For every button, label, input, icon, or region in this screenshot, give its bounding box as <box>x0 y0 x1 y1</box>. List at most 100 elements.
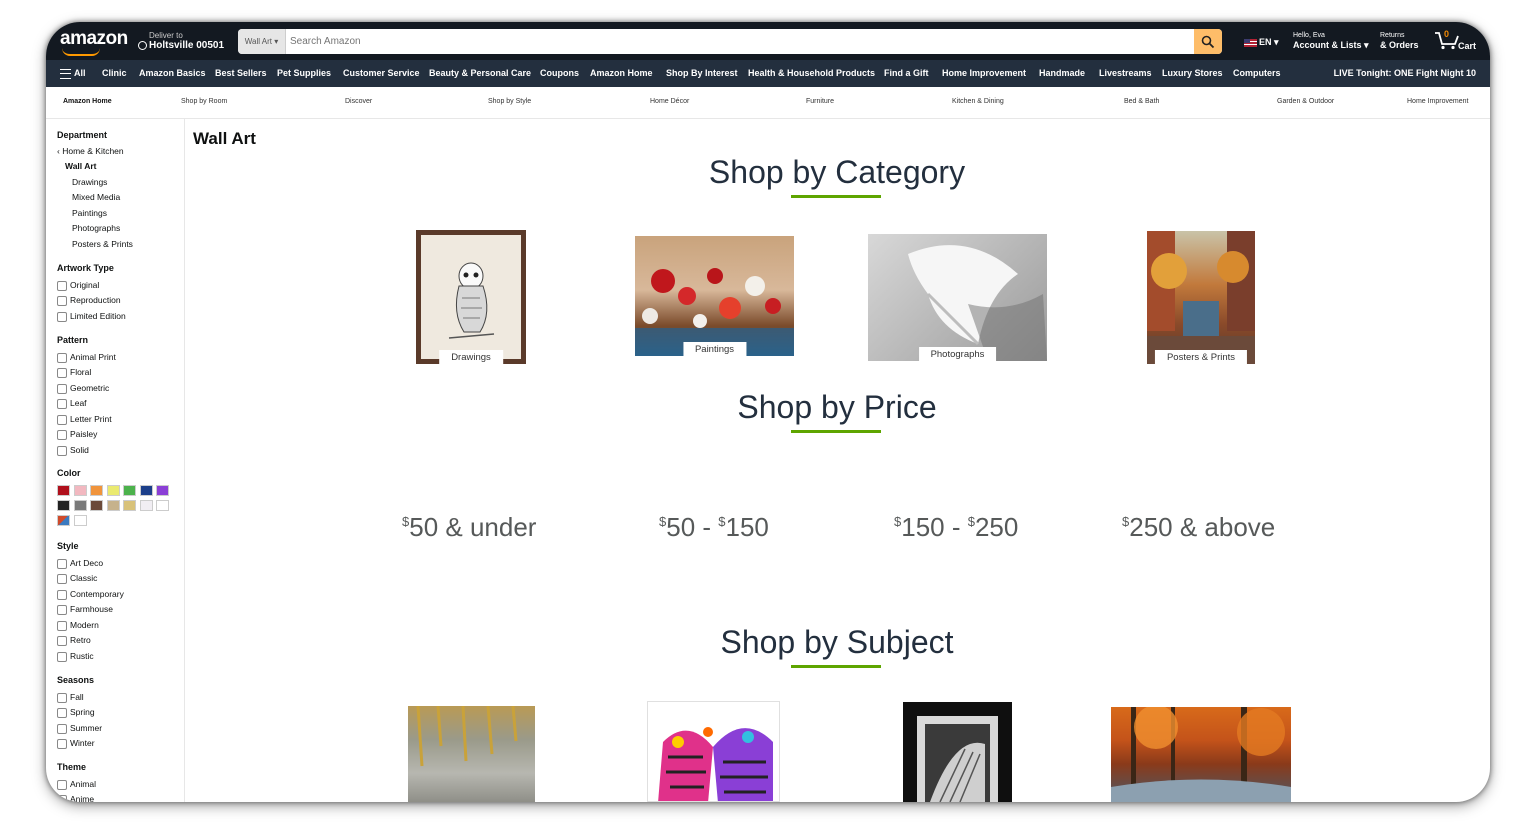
nav-item[interactable]: Beauty & Personal Care <box>429 68 531 78</box>
subject-tile-abstract[interactable] <box>408 706 535 802</box>
subject-tile-animals[interactable] <box>647 701 780 802</box>
sub-nav-item[interactable]: Shop by Style <box>488 98 531 105</box>
filter-checkbox[interactable] <box>57 281 67 291</box>
nav-item[interactable]: Best Sellers <box>215 68 267 78</box>
returns-orders[interactable]: Returns & Orders <box>1380 32 1419 51</box>
filter-checkbox[interactable] <box>57 636 67 646</box>
color-swatch[interactable] <box>139 485 153 496</box>
nav-item[interactable]: Health & Household Products <box>748 68 875 78</box>
filter-label[interactable]: Classic <box>70 573 97 583</box>
filter-checkbox[interactable] <box>57 296 67 306</box>
filter-label[interactable]: Summer <box>70 723 102 733</box>
filter-label[interactable]: Reproduction <box>70 295 121 305</box>
filter-label[interactable]: Limited Edition <box>70 311 126 321</box>
cart-button[interactable]: 0 Cart <box>1434 29 1476 55</box>
filter-checkbox[interactable] <box>57 795 67 802</box>
filter-label[interactable]: Geometric <box>70 383 109 393</box>
color-swatch[interactable] <box>57 515 70 526</box>
filter-checkbox[interactable] <box>57 652 67 662</box>
subject-tile-architecture[interactable] <box>903 702 1012 802</box>
subject-tile-landscape[interactable] <box>1111 707 1291 802</box>
filter-label[interactable]: Modern <box>70 620 99 630</box>
color-swatch[interactable] <box>106 500 120 511</box>
filter-label[interactable]: Fall <box>70 692 84 702</box>
filter-checkbox[interactable] <box>57 430 67 440</box>
filter-checkbox[interactable] <box>57 446 67 456</box>
filter-checkbox[interactable] <box>57 708 67 718</box>
filter-checkbox[interactable] <box>57 353 67 363</box>
color-swatch[interactable] <box>90 500 103 511</box>
filter-label[interactable]: Spring <box>70 707 95 717</box>
filter-checkbox[interactable] <box>57 605 67 615</box>
color-swatch[interactable] <box>123 485 136 496</box>
filter-checkbox[interactable] <box>57 780 67 790</box>
filter-checkbox[interactable] <box>57 693 67 703</box>
sub-nav-item[interactable]: Discover <box>345 98 372 105</box>
filter-checkbox[interactable] <box>57 312 67 322</box>
nav-item[interactable]: Amazon Basics <box>139 68 206 78</box>
filter-label[interactable]: Paisley <box>70 429 97 439</box>
filter-label[interactable]: Art Deco <box>70 558 103 568</box>
deliver-to[interactable]: Deliver to Holtsville 00501 <box>138 31 224 52</box>
category-tile-paintings[interactable]: Paintings <box>635 236 794 356</box>
sub-nav-item[interactable]: Shop by Room <box>181 98 227 105</box>
nav-item[interactable]: Clinic <box>102 68 127 78</box>
filter-checkbox[interactable] <box>57 724 67 734</box>
color-swatch[interactable] <box>90 485 103 496</box>
filter-checkbox[interactable] <box>57 621 67 631</box>
filter-label[interactable]: Anime <box>70 794 94 802</box>
language-selector[interactable]: EN ▾ <box>1244 37 1279 48</box>
filter-label[interactable]: Letter Print <box>70 414 112 424</box>
filter-label[interactable]: Animal <box>70 779 96 789</box>
category-tile-posters-prints[interactable]: Posters & Prints <box>1147 231 1255 364</box>
nav-item[interactable]: Customer Service <box>343 68 420 78</box>
nav-item[interactable]: Shop By Interest <box>666 68 738 78</box>
filter-label[interactable]: Contemporary <box>70 589 124 599</box>
filter-checkbox[interactable] <box>57 415 67 425</box>
filter-label[interactable]: Animal Print <box>70 352 116 362</box>
price-range-link[interactable]: $50 & under <box>402 512 536 543</box>
sub-nav-item[interactable]: Furniture <box>806 98 834 105</box>
filter-label[interactable]: Leaf <box>70 398 87 408</box>
amazon-logo[interactable]: amazon <box>60 28 128 50</box>
nav-item[interactable]: Home Improvement <box>942 68 1026 78</box>
price-range-link[interactable]: $150 - $250 <box>894 512 1018 543</box>
category-tile-drawings[interactable]: Drawings <box>416 230 526 364</box>
search-category-dropdown[interactable]: Wall Art ▾ <box>238 29 286 54</box>
nav-item[interactable]: Amazon Home <box>590 68 653 78</box>
color-swatch[interactable] <box>73 515 87 526</box>
filter-checkbox[interactable] <box>57 559 67 569</box>
price-range-link[interactable]: $250 & above <box>1122 512 1275 543</box>
filter-label[interactable]: Floral <box>70 367 91 377</box>
nav-item[interactable]: Coupons <box>540 68 579 78</box>
nav-item[interactable]: Find a Gift <box>884 68 929 78</box>
color-swatch[interactable] <box>73 485 87 496</box>
sub-nav-item[interactable]: Amazon Home <box>63 98 112 105</box>
nav-item[interactable]: Luxury Stores <box>1162 68 1223 78</box>
sub-nav-item[interactable]: Home Décor <box>650 98 689 105</box>
nav-item[interactable]: Handmade <box>1039 68 1085 78</box>
search-button[interactable] <box>1194 29 1222 54</box>
nav-item[interactable]: Livestreams <box>1099 68 1152 78</box>
nav-item[interactable]: Pet Supplies <box>277 68 331 78</box>
filter-label[interactable]: Farmhouse <box>70 604 113 614</box>
department-item[interactable]: Drawings <box>72 177 107 187</box>
filter-checkbox[interactable] <box>57 574 67 584</box>
color-swatch[interactable] <box>106 485 120 496</box>
nav-item[interactable]: Computers <box>1233 68 1281 78</box>
department-item[interactable]: Mixed Media <box>72 192 120 202</box>
filter-label[interactable]: Rustic <box>70 651 94 661</box>
sub-nav-item[interactable]: Bed & Bath <box>1124 98 1159 105</box>
department-item[interactable]: Photographs <box>72 223 120 233</box>
filter-label[interactable]: Solid <box>70 445 89 455</box>
filter-checkbox[interactable] <box>57 590 67 600</box>
color-swatch[interactable] <box>73 500 87 511</box>
filter-checkbox[interactable] <box>57 399 67 409</box>
category-tile-photographs[interactable]: Photographs <box>868 234 1047 361</box>
sub-nav-item[interactable]: Home Improvement <box>1407 98 1468 105</box>
filter-checkbox[interactable] <box>57 739 67 749</box>
account-menu[interactable]: Hello, Eva Account & Lists ▾ <box>1293 32 1369 51</box>
filter-label[interactable]: Retro <box>70 635 91 645</box>
filter-label[interactable]: Winter <box>70 738 95 748</box>
color-swatch[interactable] <box>57 485 70 496</box>
